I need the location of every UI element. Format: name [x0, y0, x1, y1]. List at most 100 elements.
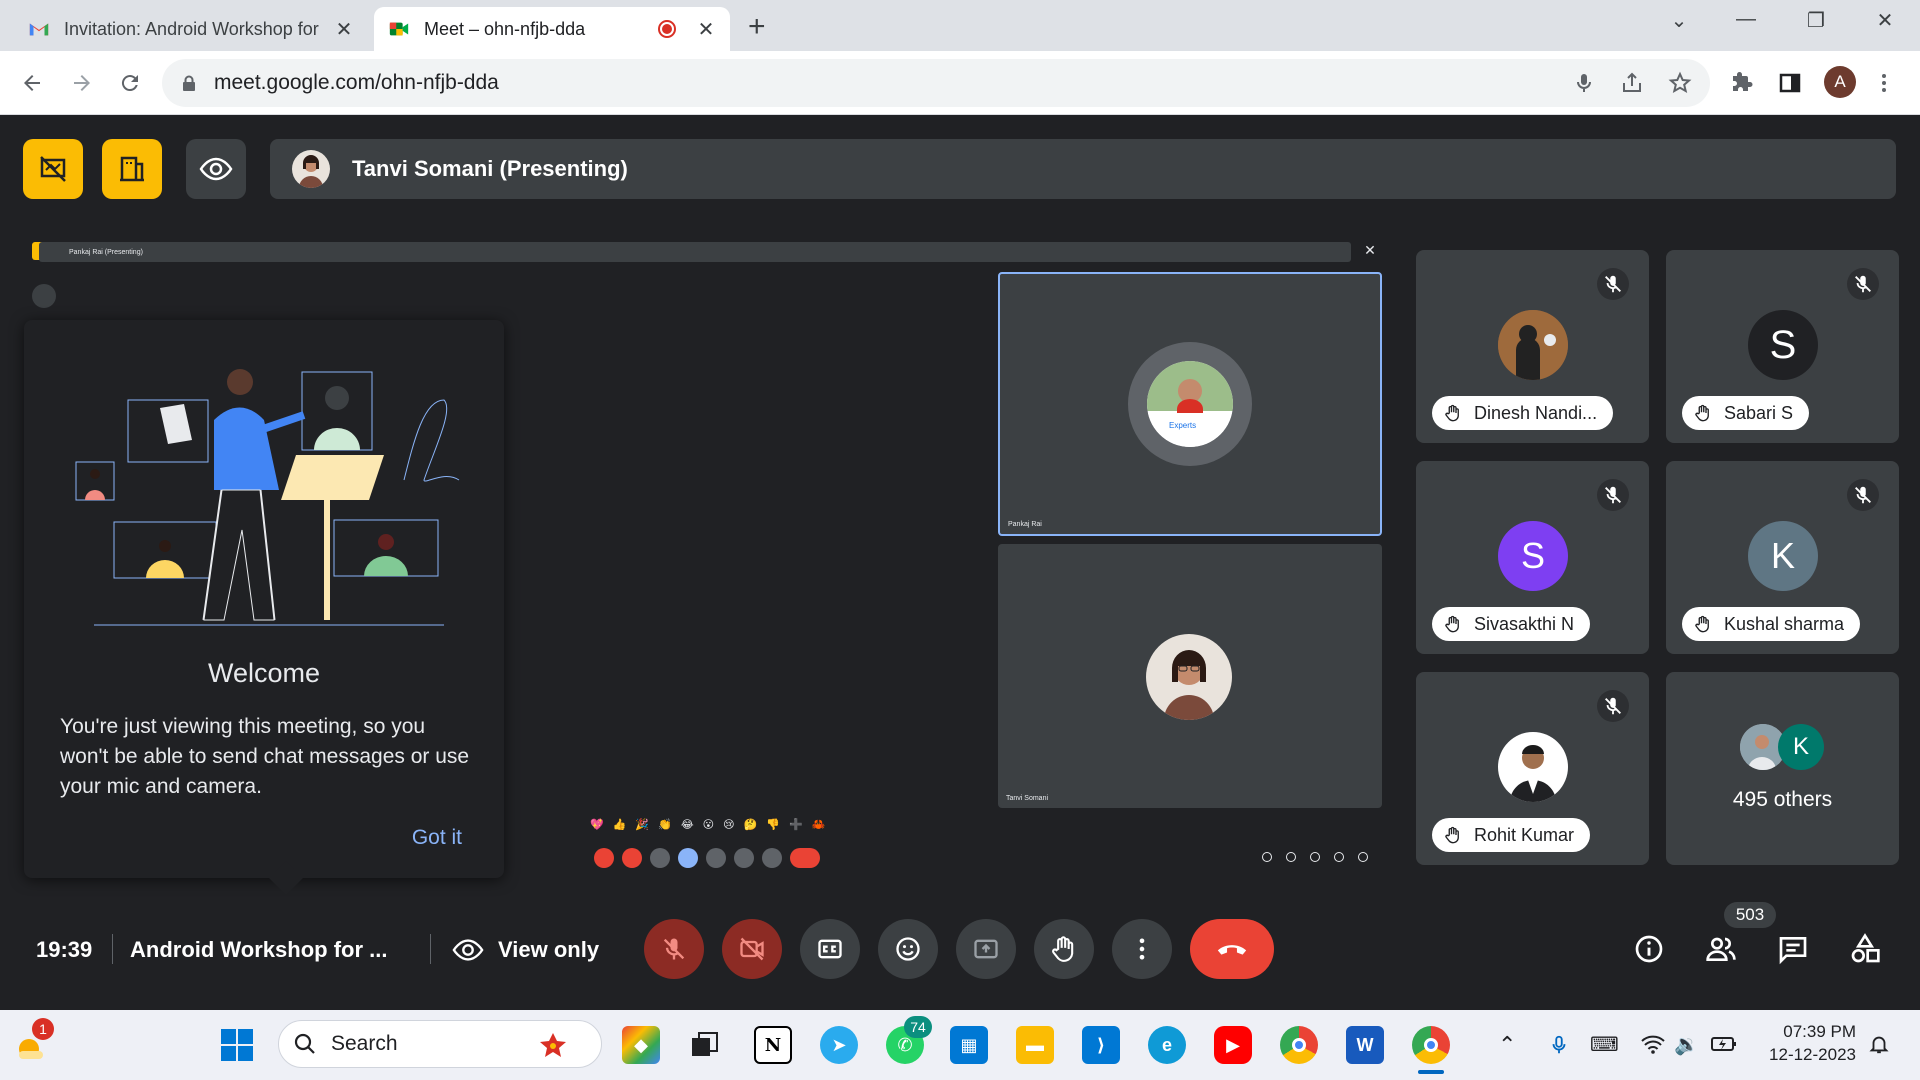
new-tab-button[interactable]: + [748, 10, 766, 44]
tab-close-icon[interactable]: ✕ [696, 17, 716, 42]
party-emoji-icon: 🎉 [635, 819, 650, 831]
minimize-icon[interactable]: — [1731, 8, 1761, 31]
microphone-icon[interactable] [1572, 71, 1596, 95]
telegram-icon[interactable]: ➤ [820, 1026, 858, 1064]
view-mode-button[interactable] [186, 139, 246, 199]
leave-call-button[interactable] [1190, 919, 1274, 979]
presentation-off-button[interactable] [23, 139, 83, 199]
bookmark-star-icon[interactable] [1668, 71, 1692, 95]
vscode-icon[interactable]: ⟩ [1082, 1026, 1120, 1064]
participant-tile[interactable]: K Kushal sharma [1666, 461, 1899, 654]
raise-hand-button[interactable] [1034, 919, 1094, 979]
volume-icon[interactable]: 🔉 [1674, 1032, 1699, 1057]
present-screen-icon [974, 939, 998, 959]
presenting-label: Tanvi Somani (Presenting) [352, 156, 628, 181]
extensions-icon[interactable] [1726, 67, 1758, 99]
participant-tile[interactable]: Rohit Kumar [1416, 672, 1649, 865]
edge-icon[interactable]: e [1148, 1026, 1186, 1064]
profile-avatar[interactable]: A [1824, 66, 1856, 98]
chrome-icon[interactable] [1412, 1026, 1450, 1064]
mic-tray-icon[interactable] [1548, 1032, 1570, 1063]
tab-search-icon[interactable]: ⌄ [1664, 8, 1694, 33]
hang-up-icon [1217, 945, 1247, 955]
mic-off-icon [1847, 268, 1879, 300]
mic-off-icon [1597, 268, 1629, 300]
shared-hangup-icon [790, 848, 820, 868]
participant-count-badge: 503 [1724, 902, 1776, 928]
battery-icon[interactable] [1710, 1032, 1738, 1061]
meeting-name[interactable]: Android Workshop for ... [130, 937, 387, 963]
people-icon[interactable] [1704, 932, 1738, 966]
shared-mic-icon [594, 848, 614, 868]
tab-title: Invitation: Android Workshop for [64, 18, 319, 39]
tab-meet[interactable]: Meet – ohn-nfjb-dda ✕ [374, 7, 730, 51]
side-panel-icon[interactable] [1774, 67, 1806, 99]
divider [112, 934, 113, 964]
more-options-button[interactable] [1112, 919, 1172, 979]
tab-gmail[interactable]: Invitation: Android Workshop for ✕ [14, 7, 368, 51]
meeting-details-icon[interactable] [1632, 932, 1666, 966]
menu-kebab-icon[interactable] [1868, 67, 1900, 99]
mic-off-icon [1847, 479, 1879, 511]
activities-icon[interactable] [1848, 932, 1882, 966]
others-tile[interactable]: K 495 others [1666, 672, 1899, 865]
reload-icon[interactable] [114, 67, 146, 99]
file-explorer-icon[interactable]: ▬ [1016, 1026, 1054, 1064]
address-bar[interactable]: meet.google.com/ohn-nfjb-dda [162, 59, 1710, 107]
share-icon[interactable] [1620, 71, 1644, 95]
active-app-indicator [1418, 1070, 1444, 1074]
others-avatar: K [1778, 724, 1824, 770]
chat-icon[interactable] [1776, 932, 1810, 966]
store-icon[interactable]: ▦ [950, 1026, 988, 1064]
avatar [1498, 310, 1568, 380]
forward-icon[interactable] [66, 67, 98, 99]
youtube-icon[interactable]: ▶ [1214, 1026, 1252, 1064]
meeting-time: 19:39 [36, 937, 93, 962]
avatar: S [1498, 521, 1568, 591]
raised-hand-icon [1445, 404, 1459, 422]
mic-button[interactable] [644, 919, 704, 979]
notion-icon[interactable]: N [754, 1026, 792, 1064]
word-icon[interactable]: W [1346, 1026, 1384, 1064]
presenter-bar: Tanvi Somani (Presenting) [270, 139, 1896, 199]
shared-presenter-bar: Pankaj Rai (Presenting) [39, 242, 1351, 262]
task-view-icon[interactable] [686, 1026, 724, 1064]
reactions-button[interactable] [878, 919, 938, 979]
camera-button[interactable] [722, 919, 782, 979]
shared-people-icon [1286, 852, 1296, 862]
participant-tile[interactable]: Dinesh Nandi... [1416, 250, 1649, 443]
notification-bell-icon[interactable] [1868, 1032, 1890, 1061]
avatar [1498, 732, 1568, 802]
shared-info-icon [1262, 852, 1272, 862]
participant-tile[interactable]: S Sivasakthi N [1416, 461, 1649, 654]
copilot-icon[interactable]: ◆ [622, 1026, 660, 1064]
wifi-icon[interactable] [1640, 1032, 1666, 1061]
restore-icon[interactable]: ❐ [1801, 8, 1831, 33]
captions-button[interactable] [800, 919, 860, 979]
layout-button[interactable] [102, 139, 162, 199]
lock-icon [183, 75, 195, 91]
keyboard-icon[interactable]: ⌨ [1590, 1032, 1619, 1057]
sad-emoji-icon: 😢 [723, 819, 735, 831]
present-button[interactable] [956, 919, 1016, 979]
mic-off-icon [1597, 479, 1629, 511]
show-hidden-icons[interactable]: ⌃ [1498, 1032, 1516, 1058]
taskbar-search[interactable]: Search [278, 1020, 602, 1068]
tab-close-icon[interactable]: ✕ [334, 17, 354, 42]
divider [430, 934, 431, 964]
search-icon [294, 1033, 315, 1054]
presenter-avatar [292, 150, 330, 188]
tile-avatar: Experts [1147, 361, 1233, 447]
tile-avatar [1146, 634, 1232, 720]
raise-hand-icon [1052, 936, 1074, 962]
chrome-profile-1-icon[interactable] [1280, 1026, 1318, 1064]
heart-emoji-icon: 💖 [590, 819, 604, 831]
participant-tile[interactable]: S Sabari S [1666, 250, 1899, 443]
got-it-button[interactable]: Got it [412, 826, 462, 850]
close-window-icon[interactable]: ✕ [1870, 8, 1900, 33]
shared-tile-tanvi: Tanvi Somani [998, 544, 1382, 808]
windows-start-icon[interactable] [218, 1026, 256, 1064]
back-icon[interactable] [16, 67, 48, 99]
clock[interactable]: 07:39 PM 12-12-2023 [1756, 1020, 1856, 1066]
url-text: meet.google.com/ohn-nfjb-dda [214, 71, 499, 94]
